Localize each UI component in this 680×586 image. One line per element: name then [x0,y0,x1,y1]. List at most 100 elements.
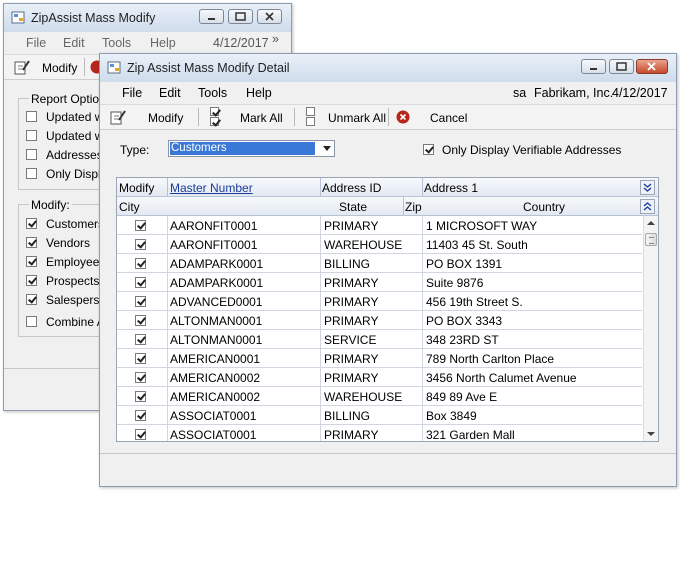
table-row[interactable]: AMERICAN0002 WAREHOUSE 849 89 Ave E [117,387,642,406]
row-modify-checkbox[interactable] [135,429,146,440]
mark-all-button[interactable]: Mark All [240,111,283,125]
col-state[interactable]: State [339,200,367,214]
column-divider [167,349,168,368]
combine-checkbox[interactable] [26,316,37,327]
modify-option-checkbox[interactable] [26,256,37,267]
table-row[interactable]: ASSOCIAT0001 PRIMARY 321 Garden Mall [117,425,642,441]
row-modify-checkbox[interactable] [135,277,146,288]
cell-address-id: WAREHOUSE [324,238,403,252]
row-modify-checkbox[interactable] [135,239,146,250]
column-divider [422,368,423,387]
unmark-all-button[interactable]: Unmark All [328,111,386,125]
table-row[interactable]: ADAMPARK0001 BILLING PO BOX 1391 [117,254,642,273]
column-divider [422,349,423,368]
table-row[interactable]: AMERICAN0001 PRIMARY 789 North Carlton Pla… [117,349,642,368]
column-divider [167,368,168,387]
address-grid: Modify Master Number Address ID Address … [116,177,659,442]
row-modify-checkbox[interactable] [135,410,146,421]
row-modify-checkbox[interactable] [135,220,146,231]
row-modify-checkbox[interactable] [135,296,146,307]
cell-address-id: PRIMARY [324,276,379,290]
row-modify-checkbox[interactable] [135,334,146,345]
row-modify-checkbox[interactable] [135,353,146,364]
menu-tools[interactable]: Tools [102,36,131,50]
table-row[interactable]: AARONFIT0001 PRIMARY 1 MICROSOFT WAY [117,216,642,235]
maximize-button[interactable] [228,9,253,24]
close-button[interactable] [257,9,282,24]
mark-all-checked-box [210,107,219,116]
vertical-scrollbar[interactable] [643,216,658,441]
col-city[interactable]: City [119,200,140,214]
col-zip[interactable]: Zip [405,200,422,214]
table-row[interactable]: ASSOCIAT0001 BILLING Box 3849 [117,406,642,425]
menu-file[interactable]: File [122,86,142,100]
cancel-button[interactable]: Cancel [430,111,467,125]
cell-address-1: Suite 9876 [426,276,484,290]
column-divider [320,349,321,368]
modify-option-checkbox[interactable] [26,294,37,305]
modify-option-checkbox[interactable] [26,275,37,286]
report-option-checkbox[interactable] [26,149,37,160]
column-divider [422,292,423,311]
table-row[interactable]: ALTONMAN0001 PRIMARY PO BOX 3343 [117,311,642,330]
menu-edit[interactable]: Edit [63,36,85,50]
column-divider [320,425,321,441]
table-row[interactable]: ADAMPARK0001 PRIMARY Suite 9876 [117,273,642,292]
menu-file[interactable]: File [26,36,46,50]
type-dropdown[interactable]: Customers [168,140,335,157]
overflow-chevron-icon[interactable]: » [272,32,279,46]
collapse-rows-icon[interactable] [640,199,655,214]
column-divider [167,330,168,349]
report-option-checkbox[interactable] [26,168,37,179]
report-option-checkbox[interactable] [26,111,37,122]
close-button[interactable] [636,59,668,74]
menu-help[interactable]: Help [150,36,176,50]
row-modify-checkbox[interactable] [135,372,146,383]
menu-edit[interactable]: Edit [159,86,181,100]
table-row[interactable]: AARONFIT0001 WAREHOUSE 11403 45 St. South [117,235,642,254]
cell-master-number: ADVANCED0001 [170,295,263,309]
minimize-button[interactable] [581,59,606,74]
scroll-up-arrow-icon[interactable] [647,220,655,226]
column-divider [422,216,423,235]
expand-rows-icon[interactable] [640,180,655,195]
modify-option-label: Prospects [46,274,100,288]
cell-master-number: AARONFIT0001 [170,219,258,233]
modify-option-label: Vendors [46,236,91,250]
only-verifiable-checkbox[interactable] [423,144,434,155]
table-row[interactable]: ALTONMAN0001 SERVICE 348 23RD ST [117,330,642,349]
cell-address-1: PO BOX 3343 [426,314,503,328]
cell-address-1: Box 3849 [426,409,477,423]
col-master-number[interactable]: Master Number [170,181,253,195]
table-row[interactable]: ADVANCED0001 PRIMARY 456 19th Street S. [117,292,642,311]
scroll-down-arrow-icon[interactable] [647,431,655,437]
minimize-button[interactable] [199,9,224,24]
row-modify-checkbox[interactable] [135,258,146,269]
cell-master-number: AMERICAN0001 [170,352,261,366]
report-option-checkbox[interactable] [26,130,37,141]
menu-tools[interactable]: Tools [198,86,227,100]
type-dropdown-value: Customers [170,142,315,155]
column-divider [320,368,321,387]
menu-help[interactable]: Help [246,86,272,100]
back-modify-button[interactable]: Modify [42,61,77,75]
maximize-button[interactable] [609,59,634,74]
modify-option-checkbox[interactable] [26,218,37,229]
column-divider [167,235,168,254]
modify-button[interactable]: Modify [148,111,183,125]
modify-option-checkbox[interactable] [26,237,37,248]
table-row[interactable]: AMERICAN0002 PRIMARY 3456 North Calumet Av… [117,368,642,387]
report-option-label: Updated wi [46,110,107,124]
scrollbar-thumb[interactable] [645,233,657,246]
cell-address-id: PRIMARY [324,295,379,309]
col-country[interactable]: Country [523,200,565,214]
row-modify-checkbox[interactable] [135,391,146,402]
col-modify[interactable]: Modify [119,181,154,195]
toolbar-separator [84,58,85,76]
col-address-1[interactable]: Address 1 [424,181,478,195]
detail-window-title: Zip Assist Mass Modify Detail [127,61,290,75]
row-modify-checkbox[interactable] [135,315,146,326]
col-address-id[interactable]: Address ID [322,181,381,195]
column-divider [320,292,321,311]
column-divider [422,254,423,273]
